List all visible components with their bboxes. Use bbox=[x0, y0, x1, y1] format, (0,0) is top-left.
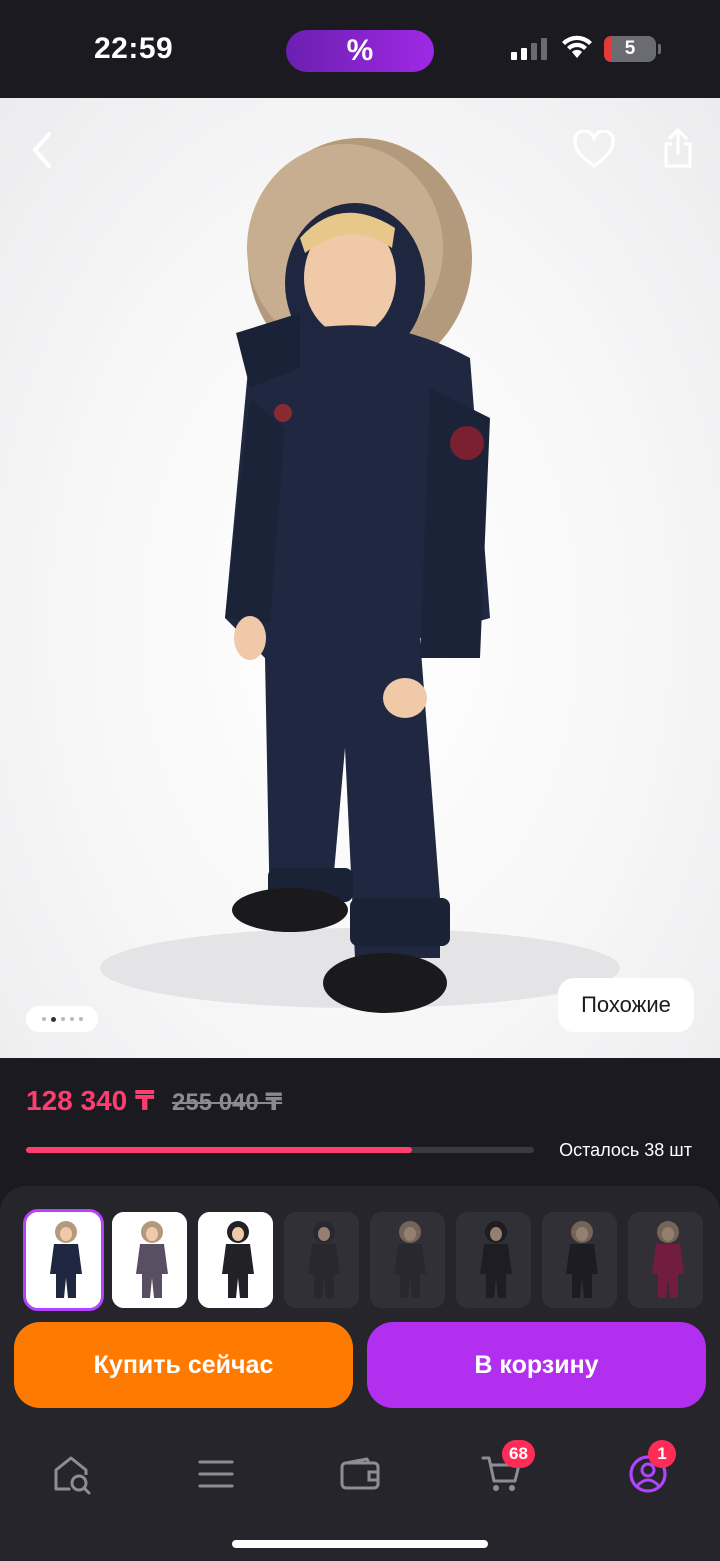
variant-thumbnail[interactable] bbox=[542, 1212, 617, 1308]
variant-thumbnail[interactable] bbox=[628, 1212, 703, 1308]
add-to-cart-button[interactable]: В корзину bbox=[367, 1322, 706, 1408]
nav-cart[interactable]: 68 bbox=[472, 1440, 535, 1504]
variant-image bbox=[284, 1212, 359, 1308]
current-price: 128 340 ₸ bbox=[26, 1085, 155, 1116]
promo-symbol: % bbox=[346, 34, 374, 67]
stock-progress-fill bbox=[26, 1147, 413, 1153]
stock-left-text: Осталось 38 шт bbox=[559, 1140, 692, 1160]
variant-thumbnail[interactable] bbox=[456, 1212, 531, 1308]
nav-profile[interactable]: 1 bbox=[618, 1440, 678, 1504]
similar-button[interactable]: Похожие bbox=[558, 978, 694, 1032]
status-bar: 22:59 % 5 bbox=[0, 0, 720, 98]
bottom-sheet: Купить сейчас В корзину 68 1 bbox=[0, 1186, 720, 1561]
favorite-button[interactable] bbox=[570, 126, 618, 174]
dot-active bbox=[50, 1016, 56, 1022]
dot bbox=[78, 1017, 83, 1021]
variant-thumbnails bbox=[23, 1209, 703, 1311]
back-arrow-icon bbox=[33, 132, 51, 168]
battery-level: 5 bbox=[624, 38, 636, 59]
variant-thumbnail[interactable] bbox=[112, 1212, 187, 1308]
battery-icon: 5 bbox=[604, 36, 656, 62]
stock-progress-bar bbox=[26, 1147, 534, 1153]
product-photo bbox=[100, 138, 620, 1013]
variant-thumbnail[interactable] bbox=[370, 1212, 445, 1308]
variant-thumbnail[interactable] bbox=[198, 1212, 273, 1308]
profile-badge: 1 bbox=[648, 1440, 676, 1468]
dot bbox=[41, 1017, 46, 1021]
nav-home[interactable] bbox=[42, 1444, 102, 1504]
price-panel: 128 340 ₸ 255 040 ₸ Осталось 38 шт bbox=[0, 1058, 720, 1178]
old-price: 255 040 ₸ bbox=[172, 1089, 283, 1116]
image-pagination-dots bbox=[26, 1006, 98, 1032]
catalog-menu-icon bbox=[198, 1460, 234, 1488]
nav-wallet[interactable] bbox=[330, 1444, 390, 1504]
action-buttons: Купить сейчас В корзину bbox=[14, 1322, 706, 1408]
dot bbox=[69, 1017, 74, 1021]
share-button[interactable] bbox=[654, 124, 702, 172]
buy-now-button[interactable]: Купить сейчас bbox=[14, 1322, 353, 1408]
wallet-icon bbox=[340, 1457, 380, 1490]
wifi-icon bbox=[562, 35, 592, 58]
variant-image bbox=[112, 1212, 187, 1308]
share-icon bbox=[664, 128, 692, 168]
product-image[interactable]: Похожие bbox=[0, 98, 720, 1058]
variant-thumbnail[interactable] bbox=[23, 1209, 104, 1311]
variant-image bbox=[542, 1212, 617, 1308]
variant-image bbox=[26, 1212, 101, 1308]
nav-catalog[interactable] bbox=[186, 1444, 246, 1504]
back-button[interactable] bbox=[18, 126, 66, 174]
variant-image bbox=[198, 1212, 273, 1308]
cellular-signal-icon bbox=[511, 36, 547, 60]
cart-badge: 68 bbox=[502, 1440, 535, 1468]
variant-image bbox=[628, 1212, 703, 1308]
battery-tip bbox=[658, 44, 661, 54]
bottom-nav: 68 1 bbox=[0, 1426, 720, 1516]
home-indicator[interactable] bbox=[232, 1540, 488, 1548]
home-search-icon bbox=[54, 1456, 91, 1495]
variant-thumbnail[interactable] bbox=[284, 1212, 359, 1308]
variant-image bbox=[456, 1212, 531, 1308]
heart-icon bbox=[573, 130, 615, 168]
status-time: 22:59 bbox=[94, 32, 174, 65]
promo-pill[interactable]: % bbox=[286, 30, 434, 72]
variant-image bbox=[370, 1212, 445, 1308]
dot bbox=[60, 1017, 65, 1021]
